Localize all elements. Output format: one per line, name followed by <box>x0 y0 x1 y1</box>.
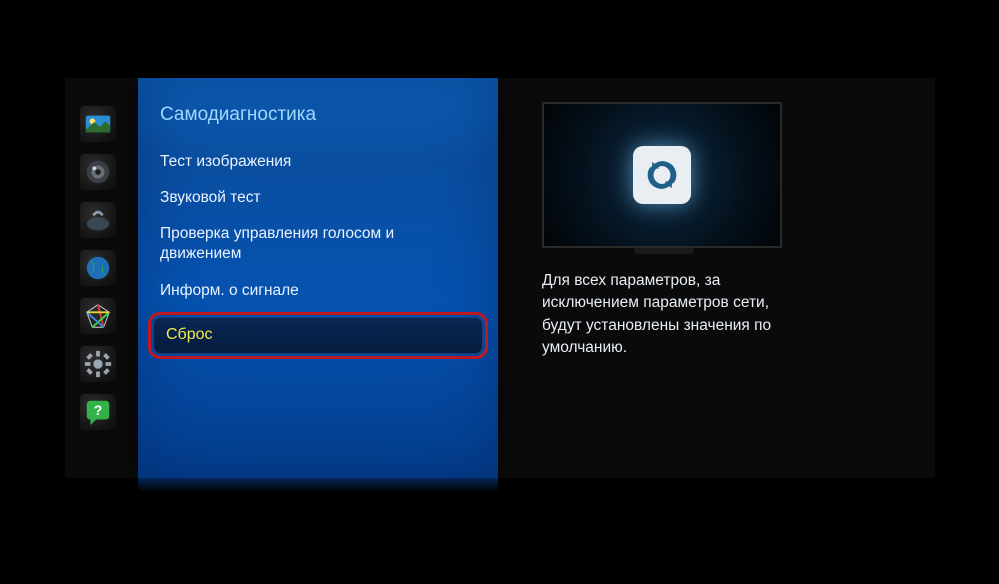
menu-item-picture-test[interactable]: Тест изображения <box>138 144 498 180</box>
support-icon[interactable]: ? <box>80 394 116 430</box>
menu-panel: Самодиагностика Тест изображения Звуково… <box>138 78 498 478</box>
settings-icon[interactable] <box>80 346 116 382</box>
tv-stand <box>634 248 694 254</box>
menu-item-reset-label: Сброс <box>153 317 483 354</box>
picture-icon[interactable] <box>80 106 116 142</box>
screen-root: ? Самодиагностика Тест изображения Звуко… <box>0 0 999 584</box>
selection-highlight: Сброс <box>148 312 488 359</box>
menu-shadow <box>138 478 498 492</box>
menu-item-reset[interactable]: Сброс <box>148 312 488 359</box>
broadcast-icon[interactable] <box>80 250 116 286</box>
menu-item-voice-motion-test[interactable]: Проверка управления голосом и движением <box>138 216 498 272</box>
network-icon[interactable] <box>80 202 116 238</box>
description-text: Для всех параметров, за исключением пара… <box>542 270 802 360</box>
reset-icon <box>633 146 691 204</box>
menu-item-sound-test[interactable]: Звуковой тест <box>138 180 498 216</box>
svg-text:?: ? <box>94 402 103 418</box>
sidebar: ? <box>78 106 118 430</box>
menu-item-signal-info[interactable]: Информ. о сигнале <box>138 273 498 309</box>
preview-tv <box>542 102 782 248</box>
smart-hub-icon[interactable] <box>80 298 116 334</box>
menu-title: Самодиагностика <box>138 98 498 144</box>
sound-icon[interactable] <box>80 154 116 190</box>
tv-frame <box>542 102 782 248</box>
